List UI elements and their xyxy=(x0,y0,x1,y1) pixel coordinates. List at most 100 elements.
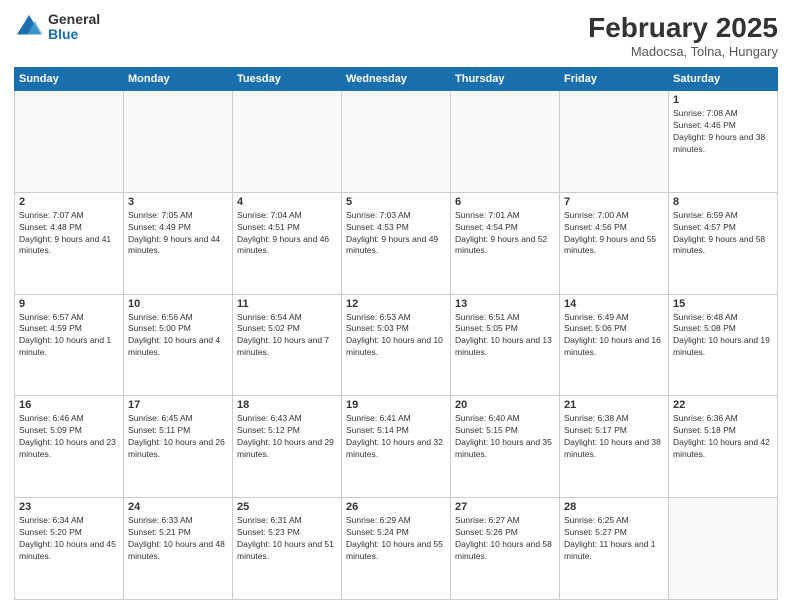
day-info: Sunrise: 6:54 AM Sunset: 5:02 PM Dayligh… xyxy=(237,312,337,360)
col-thursday: Thursday xyxy=(451,68,560,91)
day-info: Sunrise: 6:38 AM Sunset: 5:17 PM Dayligh… xyxy=(564,413,664,461)
day-info: Sunrise: 7:07 AM Sunset: 4:48 PM Dayligh… xyxy=(19,210,119,258)
calendar-cell: 20Sunrise: 6:40 AM Sunset: 5:15 PM Dayli… xyxy=(451,396,560,498)
logo-icon xyxy=(14,12,44,42)
day-number: 25 xyxy=(237,501,337,513)
calendar-cell: 7Sunrise: 7:00 AM Sunset: 4:56 PM Daylig… xyxy=(560,192,669,294)
day-info: Sunrise: 6:48 AM Sunset: 5:08 PM Dayligh… xyxy=(673,312,773,360)
day-info: Sunrise: 6:34 AM Sunset: 5:20 PM Dayligh… xyxy=(19,515,119,563)
day-number: 12 xyxy=(346,298,446,310)
day-number: 27 xyxy=(455,501,555,513)
logo-text: General Blue xyxy=(48,12,100,43)
calendar-cell: 8Sunrise: 6:59 AM Sunset: 4:57 PM Daylig… xyxy=(669,192,778,294)
calendar-cell: 13Sunrise: 6:51 AM Sunset: 5:05 PM Dayli… xyxy=(451,294,560,396)
calendar-cell: 12 Sunrise: 6:53 AM Sunset: 5:03 PM Dayli… xyxy=(342,294,451,396)
col-sunday: Sunday xyxy=(15,68,124,91)
day-number: 2 xyxy=(19,196,119,208)
calendar-cell: 22 Sunrise: 6:36 AM Sunset: 5:18 PM Dayli… xyxy=(669,396,778,498)
calendar-cell: 23 Sunrise: 6:34 AM Sunset: 5:20 PM Dayli… xyxy=(15,498,124,600)
calendar-cell: 17 Sunrise: 6:45 AM Sunset: 5:11 PM Dayli… xyxy=(124,396,233,498)
day-info: Sunrise: 6:45 AM Sunset: 5:11 PM Dayligh… xyxy=(128,413,228,461)
day-number: 5 xyxy=(346,196,446,208)
calendar-cell xyxy=(15,91,124,193)
logo-general-text: General xyxy=(48,12,100,27)
page: General Blue February 2025 Madocsa, Toln… xyxy=(0,0,792,612)
calendar-cell: 5 Sunrise: 7:03 AM Sunset: 4:53 PM Daylig… xyxy=(342,192,451,294)
calendar-cell: 15 Sunrise: 6:48 AM Sunset: 5:08 PM Dayli… xyxy=(669,294,778,396)
day-info: Sunrise: 6:27 AM Sunset: 5:26 PM Dayligh… xyxy=(455,515,555,563)
calendar-cell: 19Sunrise: 6:41 AM Sunset: 5:14 PM Dayli… xyxy=(342,396,451,498)
col-saturday: Saturday xyxy=(669,68,778,91)
day-number: 28 xyxy=(564,501,664,513)
day-info: Sunrise: 7:01 AM Sunset: 4:54 PM Dayligh… xyxy=(455,210,555,258)
calendar-cell xyxy=(124,91,233,193)
calendar-week-2: 2 Sunrise: 7:07 AM Sunset: 4:48 PM Daylig… xyxy=(15,192,778,294)
day-number: 24 xyxy=(128,501,228,513)
day-number: 1 xyxy=(673,94,773,106)
day-info: Sunrise: 6:40 AM Sunset: 5:15 PM Dayligh… xyxy=(455,413,555,461)
col-monday: Monday xyxy=(124,68,233,91)
day-info: Sunrise: 6:46 AM Sunset: 5:09 PM Dayligh… xyxy=(19,413,119,461)
day-number: 26 xyxy=(346,501,446,513)
day-number: 14 xyxy=(564,298,664,310)
calendar-cell: 10 Sunrise: 6:56 AM Sunset: 5:00 PM Dayli… xyxy=(124,294,233,396)
day-number: 3 xyxy=(128,196,228,208)
day-number: 22 xyxy=(673,399,773,411)
day-info: Sunrise: 6:29 AM Sunset: 5:24 PM Dayligh… xyxy=(346,515,446,563)
calendar-week-1: 1 Sunrise: 7:08 AM Sunset: 4:46 PM Daylig… xyxy=(15,91,778,193)
col-tuesday: Tuesday xyxy=(233,68,342,91)
calendar-cell: 16 Sunrise: 6:46 AM Sunset: 5:09 PM Dayli… xyxy=(15,396,124,498)
day-info: Sunrise: 6:41 AM Sunset: 5:14 PM Dayligh… xyxy=(346,413,446,461)
calendar-cell: 28 Sunrise: 6:25 AM Sunset: 5:27 PM Dayli… xyxy=(560,498,669,600)
calendar-subtitle: Madocsa, Tolna, Hungary xyxy=(588,44,778,59)
calendar-cell: 6 Sunrise: 7:01 AM Sunset: 4:54 PM Daylig… xyxy=(451,192,560,294)
header: General Blue February 2025 Madocsa, Toln… xyxy=(14,12,778,59)
calendar-cell: 3 Sunrise: 7:05 AM Sunset: 4:49 PM Daylig… xyxy=(124,192,233,294)
calendar-cell: 24Sunrise: 6:33 AM Sunset: 5:21 PM Dayli… xyxy=(124,498,233,600)
day-info: Sunrise: 7:00 AM Sunset: 4:56 PM Dayligh… xyxy=(564,210,664,258)
calendar-table: Sunday Monday Tuesday Wednesday Thursday… xyxy=(14,67,778,600)
day-number: 13 xyxy=(455,298,555,310)
day-info: Sunrise: 6:31 AM Sunset: 5:23 PM Dayligh… xyxy=(237,515,337,563)
day-number: 18 xyxy=(237,399,337,411)
calendar-cell: 27 Sunrise: 6:27 AM Sunset: 5:26 PM Dayli… xyxy=(451,498,560,600)
calendar-cell: 1 Sunrise: 7:08 AM Sunset: 4:46 PM Daylig… xyxy=(669,91,778,193)
col-friday: Friday xyxy=(560,68,669,91)
day-number: 4 xyxy=(237,196,337,208)
day-number: 11 xyxy=(237,298,337,310)
day-info: Sunrise: 7:08 AM Sunset: 4:46 PM Dayligh… xyxy=(673,108,773,156)
calendar-cell: 4 Sunrise: 7:04 AM Sunset: 4:51 PM Daylig… xyxy=(233,192,342,294)
day-info: Sunrise: 6:56 AM Sunset: 5:00 PM Dayligh… xyxy=(128,312,228,360)
day-info: Sunrise: 6:49 AM Sunset: 5:06 PM Dayligh… xyxy=(564,312,664,360)
logo-blue-text: Blue xyxy=(48,27,100,42)
day-info: Sunrise: 6:43 AM Sunset: 5:12 PM Dayligh… xyxy=(237,413,337,461)
calendar-week-4: 16 Sunrise: 6:46 AM Sunset: 5:09 PM Dayli… xyxy=(15,396,778,498)
day-info: Sunrise: 7:05 AM Sunset: 4:49 PM Dayligh… xyxy=(128,210,228,258)
day-info: Sunrise: 6:36 AM Sunset: 5:18 PM Dayligh… xyxy=(673,413,773,461)
day-info: Sunrise: 6:53 AM Sunset: 5:03 PM Dayligh… xyxy=(346,312,446,360)
day-info: Sunrise: 7:03 AM Sunset: 4:53 PM Dayligh… xyxy=(346,210,446,258)
day-info: Sunrise: 7:04 AM Sunset: 4:51 PM Dayligh… xyxy=(237,210,337,258)
day-number: 6 xyxy=(455,196,555,208)
day-number: 15 xyxy=(673,298,773,310)
calendar-cell: 11 Sunrise: 6:54 AM Sunset: 5:02 PM Dayli… xyxy=(233,294,342,396)
day-number: 16 xyxy=(19,399,119,411)
calendar-week-5: 23 Sunrise: 6:34 AM Sunset: 5:20 PM Dayli… xyxy=(15,498,778,600)
calendar-cell xyxy=(342,91,451,193)
day-info: Sunrise: 6:25 AM Sunset: 5:27 PM Dayligh… xyxy=(564,515,664,563)
day-number: 23 xyxy=(19,501,119,513)
calendar-cell xyxy=(233,91,342,193)
calendar-week-3: 9Sunrise: 6:57 AM Sunset: 4:59 PM Daylig… xyxy=(15,294,778,396)
calendar-cell: 9Sunrise: 6:57 AM Sunset: 4:59 PM Daylig… xyxy=(15,294,124,396)
day-info: Sunrise: 6:57 AM Sunset: 4:59 PM Dayligh… xyxy=(19,312,119,360)
day-number: 10 xyxy=(128,298,228,310)
col-wednesday: Wednesday xyxy=(342,68,451,91)
calendar-cell xyxy=(560,91,669,193)
day-number: 21 xyxy=(564,399,664,411)
calendar-cell: 26 Sunrise: 6:29 AM Sunset: 5:24 PM Dayli… xyxy=(342,498,451,600)
calendar-cell: 2 Sunrise: 7:07 AM Sunset: 4:48 PM Daylig… xyxy=(15,192,124,294)
calendar-cell: 21 Sunrise: 6:38 AM Sunset: 5:17 PM Dayli… xyxy=(560,396,669,498)
title-block: February 2025 Madocsa, Tolna, Hungary xyxy=(588,12,778,59)
day-number: 17 xyxy=(128,399,228,411)
header-row: Sunday Monday Tuesday Wednesday Thursday… xyxy=(15,68,778,91)
